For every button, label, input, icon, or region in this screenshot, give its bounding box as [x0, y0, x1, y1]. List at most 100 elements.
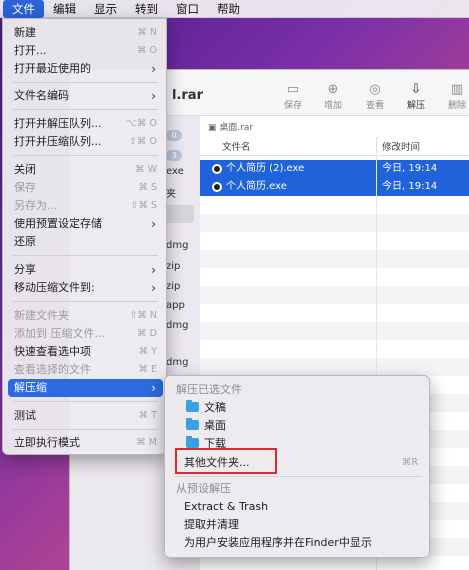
menu-divider	[13, 155, 158, 156]
sidebar-item[interactable]: zip	[166, 281, 180, 292]
menu-item-move-archive[interactable]: 移动压缩文件到: ›	[8, 279, 163, 297]
item-label: 查看选择的文件	[14, 363, 91, 376]
column-name[interactable]: 文件名	[222, 139, 251, 153]
submenu-header: 从预设解压	[176, 482, 231, 495]
column-date[interactable]: 修改时间	[382, 139, 420, 153]
table-row[interactable]: 个人简历.exe 今日, 19:14	[200, 178, 469, 196]
item-shortcut: ⌘ S	[138, 182, 157, 193]
menu-item-close[interactable]: 关闭 ⌘ W	[8, 161, 163, 179]
save-label: 保存	[283, 101, 302, 111]
empty-row	[200, 286, 469, 304]
empty-row	[200, 250, 469, 268]
window-title: l.rar	[172, 88, 203, 103]
menu-item-view-selected: 查看选择的文件 ⌘ E	[8, 361, 163, 379]
menu-divider	[13, 429, 158, 430]
menu-help[interactable]: 帮助	[208, 0, 249, 18]
file-menu: 新建 ⌘ N 打开... ⌘ O 打开最近使用的 › 文件名编码 › 打开并解压队列..…	[2, 18, 167, 455]
item-label: 打开并解压队列...	[14, 117, 102, 130]
menu-item-filename-encoding[interactable]: 文件名编码 ›	[8, 87, 163, 105]
sidebar-item[interactable]: dmg	[166, 357, 188, 368]
menu-item-open-compress-queue[interactable]: 打开并压缩队列... ⇧⌘ O	[8, 133, 163, 151]
menu-file[interactable]: 文件	[3, 0, 44, 18]
submenu-item-desktop[interactable]: 桌面	[170, 417, 426, 435]
save-button[interactable]: ▭ 保存	[278, 82, 308, 111]
menu-bar: 文件 编辑 显示 转到 窗口 帮助	[0, 0, 469, 18]
highlight-box	[175, 448, 277, 474]
menu-item-immediate-mode[interactable]: 立即执行模式 ⌘ M	[8, 434, 163, 452]
item-label: 打开最近使用的	[14, 62, 91, 75]
menu-item-open-extract-queue[interactable]: 打开并解压队列... ⌥⌘ O	[8, 115, 163, 133]
menu-item-save: 保存 ⌘ S	[8, 179, 163, 197]
item-label: 保存	[14, 181, 36, 194]
item-label: 打开...	[14, 44, 47, 57]
submenu-item-documents[interactable]: 文稿	[170, 399, 426, 417]
menu-item-save-preset[interactable]: 使用预置设定存储 ›	[8, 215, 163, 233]
menu-window[interactable]: 窗口	[167, 0, 208, 18]
item-label: 添加到 压缩文件...	[14, 327, 105, 340]
extract-button[interactable]: ⇩ 解压	[401, 82, 431, 111]
menu-view[interactable]: 显示	[85, 0, 126, 18]
add-button[interactable]: ⊕ 增加	[318, 82, 348, 111]
exe-file-icon	[212, 182, 222, 192]
item-shortcut: ⌘R	[401, 457, 418, 468]
empty-row	[200, 214, 469, 232]
menu-divider	[175, 476, 421, 477]
item-label: 文稿	[204, 401, 226, 414]
sidebar-item[interactable]: exe	[166, 166, 184, 177]
sidebar-item[interactable]: 夹	[166, 185, 176, 200]
item-shortcut: ⌘ M	[136, 437, 157, 448]
add-label: 增加	[323, 101, 342, 111]
file-name: 个人简历 (2).exe	[226, 163, 305, 174]
item-label: 打开并压缩队列...	[14, 135, 102, 148]
menu-item-share[interactable]: 分享 ›	[8, 261, 163, 279]
menu-item-new[interactable]: 新建 ⌘ N	[8, 24, 163, 42]
chevron-right-icon: ›	[151, 217, 156, 231]
menu-divider	[13, 109, 158, 110]
item-label: 测试	[14, 409, 36, 422]
delete-label: 删除	[447, 101, 466, 111]
sidebar-badge: 3	[166, 150, 182, 161]
archive-icon: ▣	[208, 123, 220, 133]
sidebar-item[interactable]: dmg	[166, 320, 188, 331]
menu-item-test[interactable]: 测试 ⌘ T	[8, 407, 163, 425]
menu-go[interactable]: 转到	[126, 0, 167, 18]
menu-item-open[interactable]: 打开... ⌘ O	[8, 42, 163, 60]
view-button[interactable]: ◎ 查看	[360, 82, 390, 111]
submenu-header: 解压已选文件	[176, 383, 242, 396]
chevron-right-icon: ›	[151, 89, 156, 103]
sidebar-item[interactable]: app	[166, 300, 185, 311]
submenu-item-preset[interactable]: Extract & Trash	[170, 498, 426, 516]
menu-item-new-folder: 新建文件夹 ⇧⌘ N	[8, 307, 163, 325]
extract-label: 解压	[406, 101, 425, 111]
path-bar: ▣ 桌面.rar	[208, 120, 253, 133]
item-label: 还原	[14, 235, 36, 248]
view-icon: ◎	[369, 82, 381, 97]
submenu-item-preset[interactable]: 为用户安装应用程序并在Finder中显示	[170, 534, 426, 552]
column-header: 文件名 修改时间	[200, 134, 469, 156]
add-icon: ⊕	[327, 82, 339, 97]
extract-icon: ⇩	[410, 82, 422, 97]
table-row[interactable]: 个人简历 (2).exe 今日, 19:14	[200, 160, 469, 178]
menu-item-extract[interactable]: 解压缩 ›	[8, 379, 163, 397]
delete-button[interactable]: ▥ 删除	[442, 82, 469, 111]
menu-divider	[13, 401, 158, 402]
exe-file-icon	[212, 164, 222, 174]
sidebar-item[interactable]: dmg	[166, 240, 188, 251]
empty-row	[200, 358, 469, 376]
menu-divider	[13, 255, 158, 256]
item-shortcut: ⌘ N	[137, 27, 157, 38]
sidebar-item[interactable]: zip	[166, 261, 180, 272]
chevron-right-icon: ›	[151, 263, 156, 277]
folder-icon	[186, 400, 199, 412]
item-shortcut: ⌘ E	[138, 364, 157, 375]
menu-item-open-recent[interactable]: 打开最近使用的 ›	[8, 60, 163, 78]
item-label: 立即执行模式	[14, 436, 80, 449]
menu-edit[interactable]: 编辑	[44, 0, 85, 18]
item-label: 新建	[14, 26, 36, 39]
menu-item-quick-look[interactable]: 快速查看选中项 ⌘ Y	[8, 343, 163, 361]
submenu-item-preset[interactable]: 提取并清理	[170, 516, 426, 534]
item-shortcut: ⌘ Y	[138, 346, 157, 357]
menu-item-revert[interactable]: 还原	[8, 233, 163, 251]
item-label: 另存为...	[14, 199, 58, 212]
file-date: 今日, 19:14	[382, 163, 438, 174]
